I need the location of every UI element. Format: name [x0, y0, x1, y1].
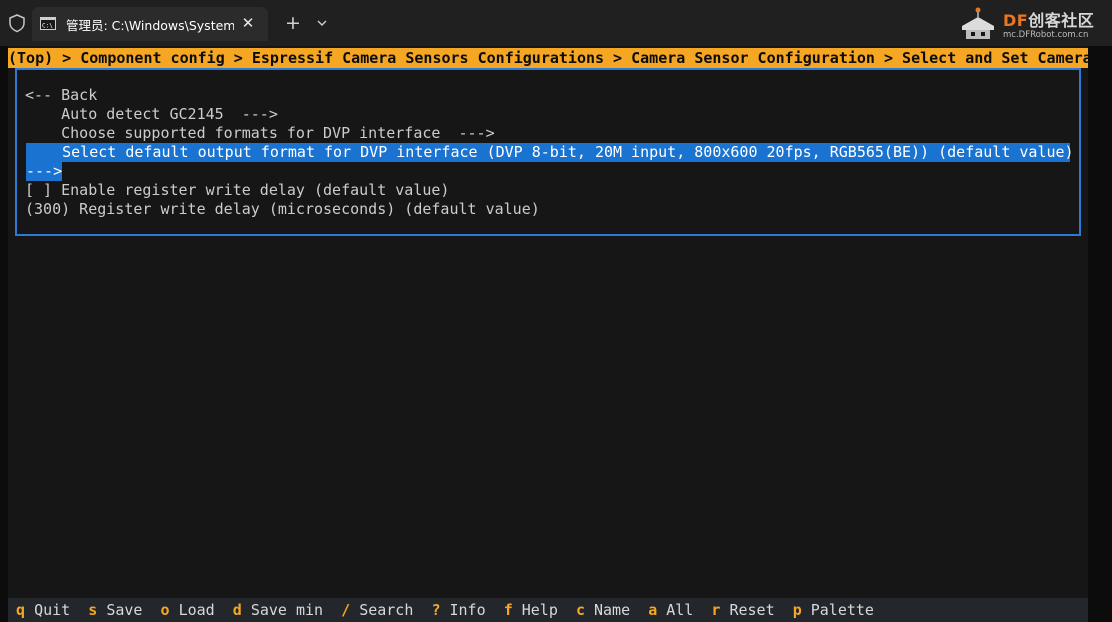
command-prompt-icon: C:\ [40, 17, 56, 30]
key-save[interactable]: s [88, 601, 97, 619]
key-help[interactable]: f [504, 601, 513, 619]
menu-item-back[interactable]: <-- Back [25, 86, 97, 105]
menuconfig-breadcrumb: (Top) > Component config > Espressif Cam… [8, 48, 1088, 68]
key-all-label: All [666, 601, 694, 619]
menu-item-register-write-delay-value[interactable]: (300) Register write delay (microseconds… [25, 200, 540, 219]
shield-icon [9, 14, 25, 33]
title-bar: C:\ 管理员: C:\Windows\System32 ✕ + DF创客社区 … [0, 0, 1112, 46]
key-name-label: Name [594, 601, 631, 619]
keybinding-bar: q Quit s Save o Load d Save min / Search… [8, 598, 1088, 622]
key-reset-label: Reset [729, 601, 775, 619]
key-help-label: Help [521, 601, 558, 619]
menu-item-default-output-format-arrow[interactable]: ---> [26, 162, 62, 181]
key-name[interactable]: c [576, 601, 585, 619]
key-save-min[interactable]: d [233, 601, 242, 619]
menu-item-register-write-delay-toggle[interactable]: [ ] Enable register write delay (default… [25, 181, 449, 200]
terminal-scrollbar-track[interactable] [1088, 46, 1112, 622]
menu-item-auto-detect[interactable]: Auto detect GC2145 ---> [25, 105, 278, 124]
key-search-label: Search [359, 601, 414, 619]
key-load-label: Load [178, 601, 215, 619]
robot-logo-icon [962, 7, 994, 39]
key-palette[interactable]: p [793, 601, 802, 619]
terminal-tab[interactable]: C:\ 管理员: C:\Windows\System32 ✕ [32, 7, 268, 41]
key-palette-label: Palette [810, 601, 874, 619]
logo-url: mc.DFRobot.com.cn [1003, 30, 1089, 40]
close-tab-button[interactable]: ✕ [238, 13, 258, 33]
menu-item-supported-formats[interactable]: Choose supported formats for DVP interfa… [25, 124, 495, 143]
key-quit-label: Quit [34, 601, 71, 619]
key-quit[interactable]: q [16, 601, 25, 619]
key-info-label: Info [449, 601, 486, 619]
key-search[interactable]: / [341, 601, 350, 619]
key-reset[interactable]: r [711, 601, 720, 619]
key-save-min-label: Save min [250, 601, 324, 619]
terminal-viewport[interactable]: (Top) > Component config > Espressif Cam… [8, 46, 1088, 622]
key-all[interactable]: a [648, 601, 657, 619]
key-info[interactable]: ? [431, 601, 440, 619]
tab-title: 管理员: C:\Windows\System32 [66, 18, 234, 33]
logo-name: DF创客社区 [1003, 11, 1095, 30]
key-load[interactable]: o [161, 601, 170, 619]
chevron-down-icon[interactable] [312, 12, 332, 34]
svg-text:C:\: C:\ [42, 23, 53, 30]
dfrobot-watermark-logo: DF创客社区 mc.DFRobot.com.cn [956, 4, 1106, 44]
new-tab-button[interactable]: + [282, 12, 304, 34]
key-save-label: Save [106, 601, 143, 619]
menu-item-default-output-format[interactable]: Select default output format for DVP int… [26, 143, 1074, 162]
